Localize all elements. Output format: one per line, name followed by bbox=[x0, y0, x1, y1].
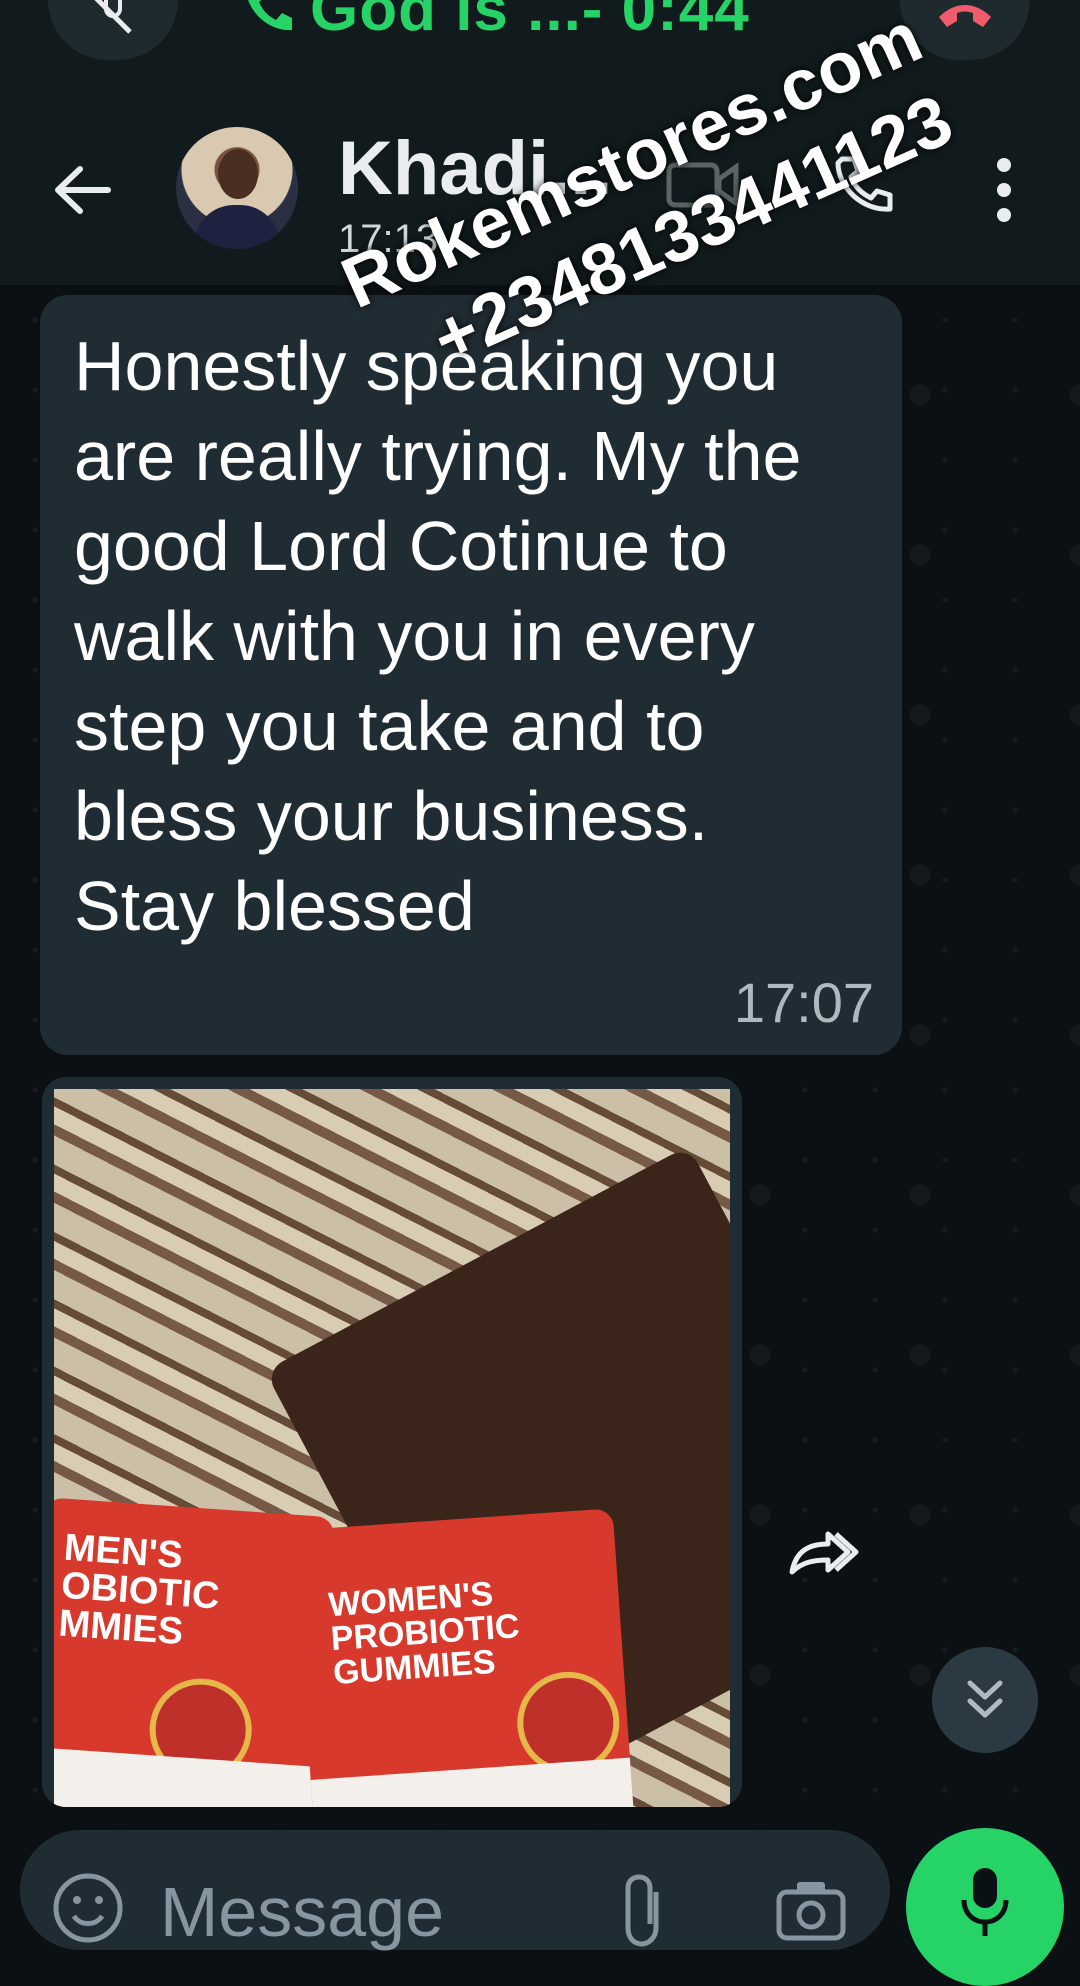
product-pack-right: WOMEN'S PROBIOTIC GUMMIES bbox=[293, 1508, 635, 1807]
message-input[interactable]: Message bbox=[160, 1872, 444, 1952]
back-arrow-icon[interactable] bbox=[48, 155, 118, 225]
attach-icon[interactable] bbox=[620, 1872, 670, 1950]
image-message[interactable]: MEN'S OBIOTIC MMIES WOMEN'S PROBIOTIC GU… bbox=[42, 1077, 742, 1807]
avatar-head bbox=[218, 149, 258, 199]
mic-icon bbox=[961, 1868, 1009, 1936]
phone-icon bbox=[240, 0, 296, 49]
pack-left-label: MEN'S OBIOTIC MMIES bbox=[57, 1526, 221, 1654]
avatar-body bbox=[194, 205, 280, 249]
message-input-bar[interactable]: Message bbox=[20, 1830, 890, 1952]
product-pack-left: MEN'S OBIOTIC MMIES bbox=[54, 1497, 335, 1807]
mute-button[interactable] bbox=[48, 0, 178, 60]
mic-off-icon bbox=[94, 0, 132, 34]
call-status-text: God is ...- 0:44 bbox=[310, 0, 750, 44]
scroll-down-icon bbox=[967, 1680, 1003, 1718]
call-status: God is ...- 0:44 bbox=[240, 0, 750, 49]
camera-icon[interactable] bbox=[775, 1878, 847, 1942]
chat-area[interactable]: Honestly speaking you are really trying.… bbox=[0, 285, 1080, 1825]
pack-right-label: WOMEN'S PROBIOTIC GUMMIES bbox=[327, 1574, 521, 1693]
forward-icon[interactable] bbox=[778, 1510, 868, 1600]
message-time: 17:07 bbox=[733, 971, 874, 1034]
scroll-to-bottom-button[interactable] bbox=[932, 1647, 1038, 1753]
avatar[interactable] bbox=[176, 127, 298, 249]
product-photo[interactable]: MEN'S OBIOTIC MMIES WOMEN'S PROBIOTIC GU… bbox=[54, 1089, 730, 1807]
emoji-icon[interactable] bbox=[50, 1870, 126, 1946]
pack-bottom bbox=[310, 1757, 635, 1807]
voice-record-button[interactable] bbox=[906, 1828, 1064, 1986]
